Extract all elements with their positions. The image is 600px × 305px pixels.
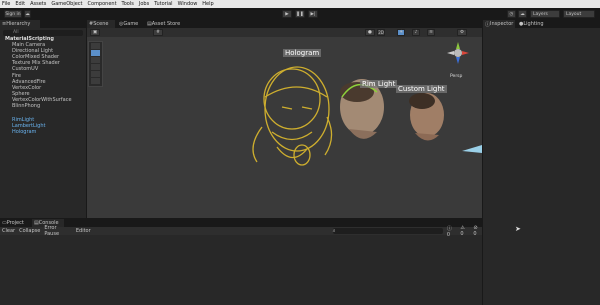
hand-tool-icon[interactable] — [91, 43, 100, 49]
cloud-services-icon[interactable]: ☁ — [518, 10, 527, 18]
audio-toggle[interactable]: ♪ — [412, 29, 420, 36]
hierarchy-item[interactable]: Directional Light — [12, 48, 53, 54]
2d-toggle[interactable]: 2D — [377, 29, 385, 36]
hierarchy-item[interactable]: Main Camera — [12, 42, 45, 48]
console-panel: ▭ Project ▤ Console Clear Collapse Error… — [0, 219, 482, 305]
gizmos-dropdown[interactable]: ⚙ — [457, 29, 467, 36]
menu-item[interactable]: Assets — [30, 1, 46, 7]
persp-label[interactable]: Persp — [450, 74, 462, 79]
rotate-tool-icon[interactable] — [91, 57, 100, 63]
hierarchy-item[interactable]: VertexColor — [12, 85, 41, 91]
menu-item[interactable]: Edit — [15, 1, 25, 7]
menu-item[interactable]: File — [2, 1, 10, 7]
tab-asset-store[interactable]: ▤ Asset Store — [145, 20, 185, 28]
hierarchy-item-selected[interactable]: RimLight — [12, 117, 34, 123]
cloud-icon[interactable]: ☁ — [24, 10, 31, 18]
shading-mode-dropdown[interactable]: ▣ — [90, 29, 100, 36]
draw-mode-button[interactable]: ● — [365, 29, 375, 36]
menu-item[interactable]: Window — [178, 1, 198, 7]
customlight-head — [409, 93, 444, 141]
lighting-toggle[interactable]: ☀ — [397, 29, 405, 36]
scene-toolbar: ▣ # ● 2D ☀ ♪ ≋ ⚙ — [87, 28, 482, 37]
tab-scene[interactable]: # Scene — [87, 20, 115, 28]
tool-palette — [88, 41, 103, 87]
step-button[interactable]: ▶| — [308, 10, 318, 18]
pause-button[interactable]: ❚❚ — [295, 10, 305, 18]
grid-snap-button[interactable]: # — [153, 29, 163, 36]
orientation-gizmo[interactable] — [447, 42, 469, 64]
scene-view[interactable]: Hologram Rim Light Custom Light Persp — [87, 37, 482, 218]
mouse-cursor: ➤ — [515, 225, 521, 233]
rim-light-label: Rim Light — [360, 80, 398, 88]
rect-tool-icon[interactable] — [91, 71, 100, 77]
hierarchy-panel: ≡ Hierarchy All MaterialScripting Main C… — [0, 20, 86, 218]
menu-item[interactable]: GameObject — [51, 1, 82, 7]
hierarchy-item[interactable]: Texture Mix Shader — [12, 60, 60, 66]
hierarchy-item[interactable]: AdvancedFire — [12, 79, 46, 85]
hologram-label: Hologram — [283, 49, 322, 57]
menu-item[interactable]: Jobs — [139, 1, 149, 7]
menu-item[interactable]: Component — [88, 1, 117, 7]
menu-item[interactable]: Help — [202, 1, 213, 7]
warning-count[interactable]: ⚠ 0 — [460, 225, 469, 237]
hierarchy-item[interactable]: ColorMixed Shader — [12, 54, 59, 60]
log-count[interactable]: ⓘ 0 — [447, 225, 456, 238]
tab-hierarchy[interactable]: ≡ Hierarchy — [0, 20, 40, 28]
editor-dropdown[interactable]: Editor — [76, 228, 91, 234]
effects-toggle[interactable]: ≋ — [427, 29, 435, 36]
tab-lighting[interactable]: ● Lighting — [517, 20, 547, 28]
layout-dropdown[interactable]: Layout — [563, 10, 595, 18]
hierarchy-item[interactable]: BlinnPhong — [12, 103, 40, 109]
history-icon[interactable]: ◷ — [507, 10, 516, 18]
tab-game[interactable]: ◎ Game — [117, 20, 143, 28]
tab-inspector[interactable]: ⓘ Inspector — [483, 20, 515, 28]
toolbar: Sign in ☁ ▶ ❚❚ ▶| ◷ ☁ Layers Layout — [0, 8, 600, 20]
transform-tool-icon[interactable] — [91, 78, 100, 84]
inspector-panel: ⓘ Inspector ● Lighting ➤ — [483, 20, 600, 305]
console-search-input[interactable]: ⌕ — [332, 228, 443, 234]
hierarchy-item-selected[interactable]: Hologram — [12, 129, 36, 135]
custom-light-label: Custom Light — [396, 85, 447, 93]
error-count[interactable]: ⊘ 0 — [473, 225, 482, 237]
layers-dropdown[interactable]: Layers — [530, 10, 560, 18]
search-icon: ⌕ — [332, 228, 336, 234]
menu-item[interactable]: Tools — [122, 1, 134, 7]
tab-project[interactable]: ▭ Project — [0, 219, 30, 227]
hierarchy-item[interactable]: Sphere — [12, 91, 30, 97]
hierarchy-item[interactable]: CustomUV — [12, 66, 38, 72]
scale-tool-icon[interactable] — [91, 64, 100, 70]
hierarchy-item[interactable]: VertexColorWithSurface — [12, 97, 72, 103]
hierarchy-item-selected[interactable]: LambertLight — [12, 123, 45, 129]
move-tool-icon[interactable] — [91, 50, 100, 56]
selected-object — [462, 145, 482, 153]
hologram-head — [252, 66, 333, 166]
menu-item[interactable]: Tutorial — [154, 1, 172, 7]
play-button[interactable]: ▶ — [282, 10, 292, 18]
sign-in-button[interactable]: Sign in — [4, 10, 22, 18]
error-pause-button[interactable]: Error Pause — [44, 225, 72, 237]
menu-bar: File Edit Assets GameObject Component Tools Jo… — [0, 0, 600, 8]
hierarchy-item[interactable]: Fire — [12, 73, 21, 79]
collapse-button[interactable]: Collapse — [19, 228, 40, 234]
scene-tabbar: # Scene ◎ Game ▤ Asset Store — [87, 20, 482, 28]
clear-button[interactable]: Clear — [2, 228, 15, 234]
